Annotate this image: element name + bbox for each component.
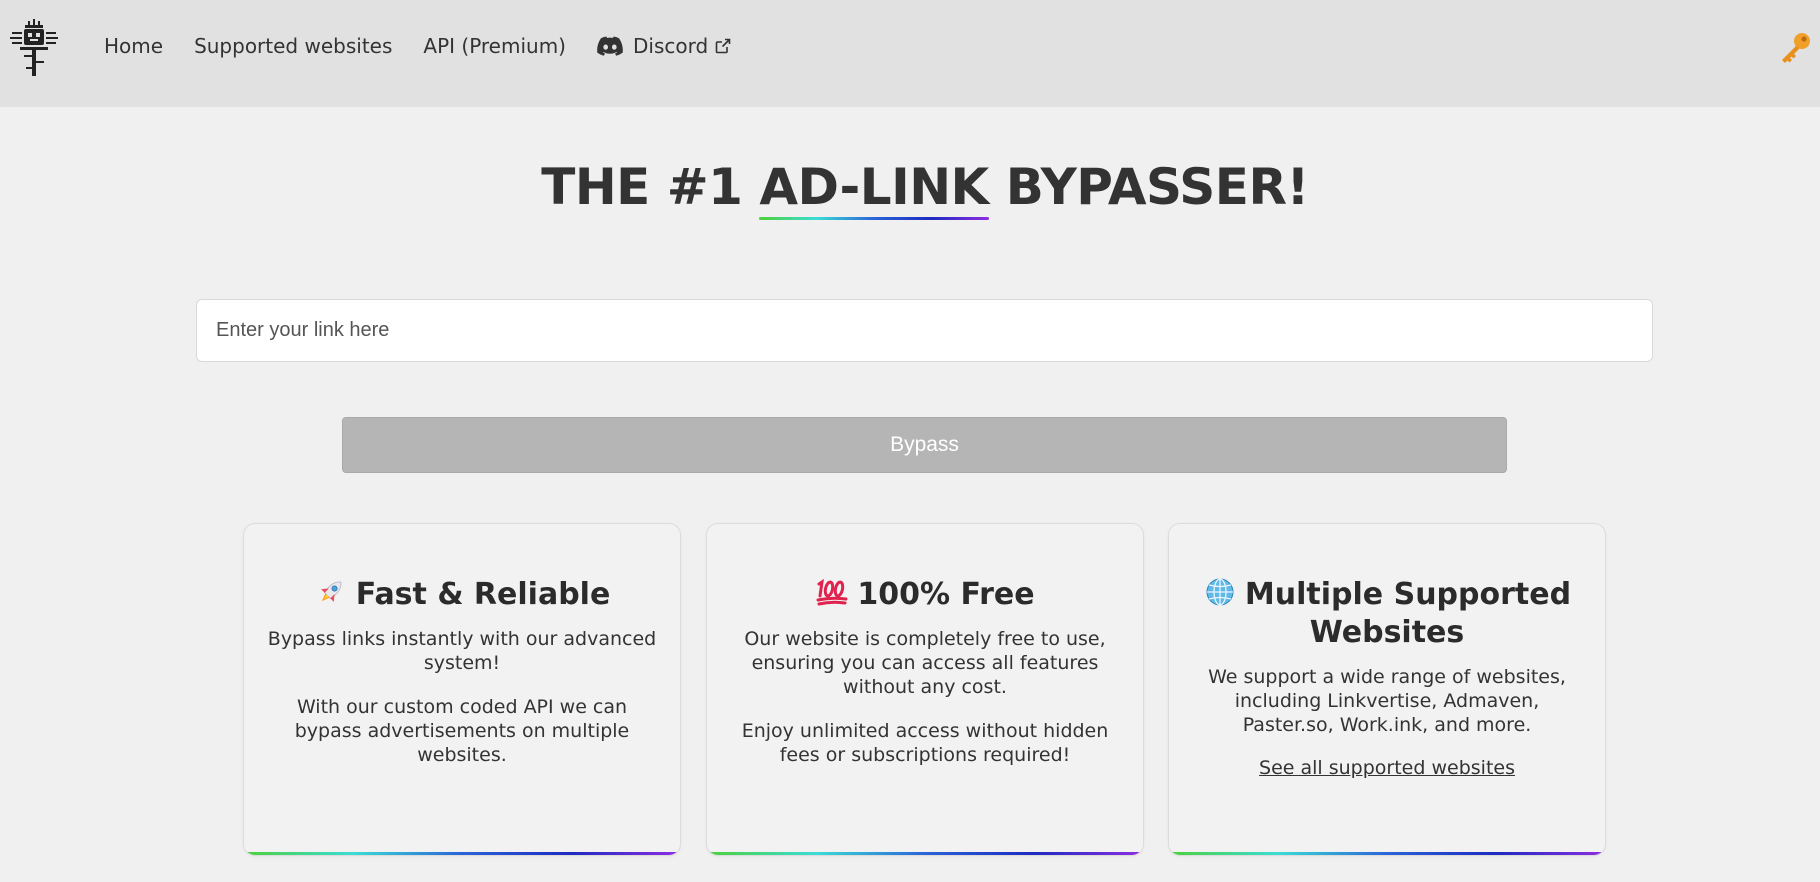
nav-links: Home Supported websites API (Premium) Di…: [104, 32, 762, 60]
card-paragraph: We support a wide range of websites, inc…: [1208, 666, 1566, 736]
nav-api-premium-label: API (Premium): [423, 34, 566, 58]
card-paragraph: Enjoy unlimited access without hidden fe…: [741, 720, 1109, 766]
external-link-icon: [715, 38, 731, 54]
card-paragraph: With our custom coded API we can bypass …: [294, 696, 630, 766]
feature-card-free: 100% Free Our website is completely free…: [706, 523, 1144, 856]
nav-discord-link[interactable]: Discord: [597, 34, 731, 58]
nav-discord-label: Discord: [633, 34, 709, 58]
card-title-text: 100% Free: [857, 577, 1035, 612]
title-suffix: BYPASSER!: [988, 158, 1310, 216]
card-title-text: Multiple Supported Websites: [1244, 577, 1572, 650]
see-all-supported-websites-link[interactable]: See all supported websites: [1259, 757, 1515, 779]
navbar: Home Supported websites API (Premium) Di…: [0, 0, 1820, 107]
nav-home-link[interactable]: Home: [104, 34, 163, 58]
card-title: Multiple Supported Websites: [1191, 576, 1583, 652]
card-title-text: Fast & Reliable: [355, 577, 611, 612]
title-prefix: THE #1: [541, 158, 760, 216]
discord-icon: [597, 36, 623, 56]
card-title: Fast & Reliable: [266, 576, 658, 614]
page-title: THE #1 AD-LINK BYPASSER!: [0, 158, 1820, 220]
card-paragraph: Bypass links instantly with our advanced…: [267, 628, 657, 674]
feature-card-multiple-websites: Multiple Supported Websites We support a…: [1168, 523, 1606, 856]
nav-home-label: Home: [104, 34, 164, 58]
rocket-icon: [320, 581, 342, 602]
nav-api-premium-link[interactable]: API (Premium): [423, 34, 566, 58]
nav-supported-websites-label: Supported websites: [194, 34, 393, 58]
key-icon[interactable]: [1778, 31, 1812, 65]
nav-supported-websites-link[interactable]: Supported websites: [194, 34, 392, 58]
globe-icon: [1206, 578, 1234, 606]
card-title: 100% Free: [729, 576, 1121, 614]
bypass-button[interactable]: Bypass: [342, 417, 1507, 473]
hundred-points-icon: [816, 578, 848, 606]
title-accent: AD-LINK: [759, 158, 989, 220]
feature-card-fast-reliable: Fast & Reliable Bypass links instantly w…: [243, 523, 681, 856]
site-logo-icon[interactable]: [10, 19, 58, 77]
link-input[interactable]: [196, 299, 1653, 362]
card-paragraph: Our website is completely free to use, e…: [744, 628, 1106, 698]
